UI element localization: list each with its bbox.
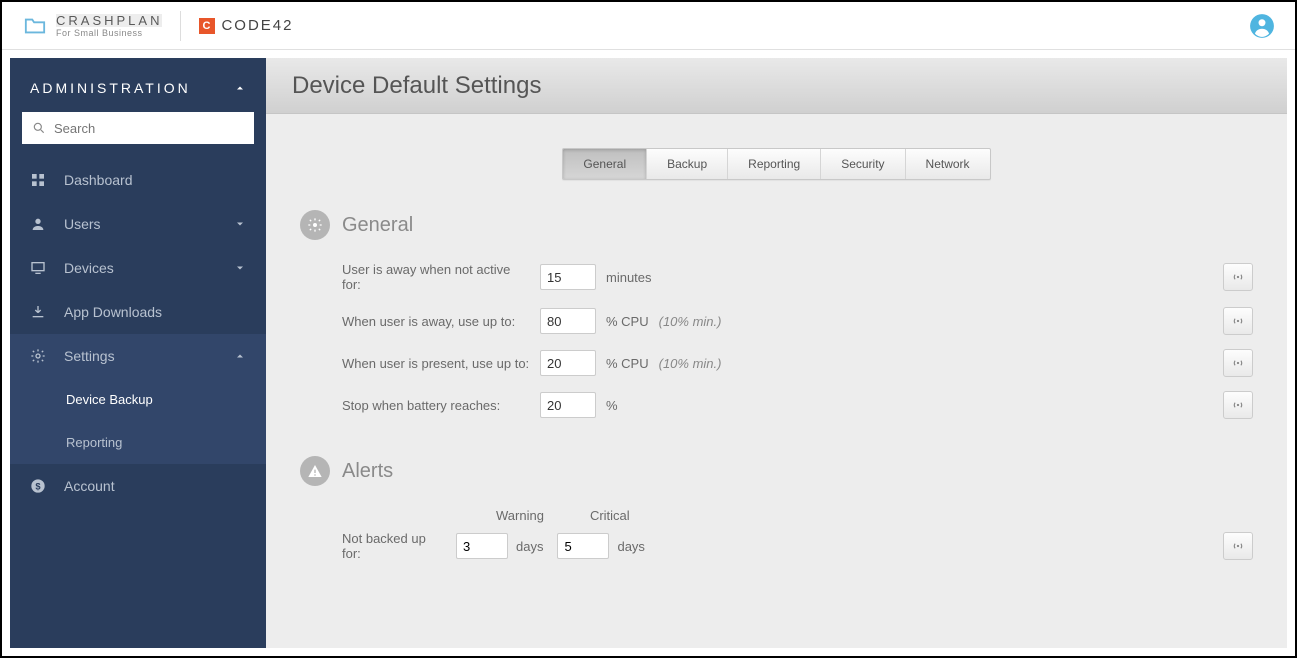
tab-network[interactable]: Network (906, 149, 990, 179)
gear-icon (30, 348, 46, 364)
main-panel: Device Default Settings General Backup R… (266, 58, 1287, 648)
search-input[interactable] (54, 121, 244, 136)
sidebar-title: ADMINISTRATION (30, 80, 191, 96)
sidebar: ADMINISTRATION Dashboard Users (10, 58, 266, 648)
row-cpu-present: When user is present, use up to: % CPU (… (342, 350, 1253, 376)
critical-header: Critical (590, 508, 630, 523)
alert-circle-icon (300, 456, 330, 486)
push-button[interactable] (1223, 307, 1253, 335)
user-account-icon[interactable] (1249, 13, 1275, 39)
search-icon (32, 121, 46, 135)
sidebar-label: Account (64, 478, 115, 494)
row-battery: Stop when battery reaches: % (342, 392, 1253, 418)
cpu-present-input[interactable] (540, 350, 596, 376)
tab-security[interactable]: Security (821, 149, 905, 179)
push-button[interactable] (1223, 532, 1253, 560)
sidebar-label: App Downloads (64, 304, 162, 320)
code42-c-icon: C (199, 18, 215, 34)
monitor-icon (30, 260, 46, 276)
tab-backup[interactable]: Backup (647, 149, 728, 179)
warning-days-input[interactable] (456, 533, 508, 559)
away-suffix: minutes (606, 270, 652, 285)
sidebar-label: Users (64, 216, 101, 232)
sidebar-label: Dashboard (64, 172, 133, 188)
away-minutes-input[interactable] (540, 264, 596, 290)
cpu-away-suffix: % CPU (606, 314, 649, 329)
sidebar-item-account[interactable]: $ Account (10, 464, 266, 508)
tab-reporting[interactable]: Reporting (728, 149, 821, 179)
sidebar-item-users[interactable]: Users (10, 202, 266, 246)
code42-text: CODE42 (221, 17, 293, 34)
cpu-away-hint: (10% min.) (659, 314, 722, 329)
push-button[interactable] (1223, 263, 1253, 291)
cpu-away-input[interactable] (540, 308, 596, 334)
header-divider (180, 11, 181, 41)
crashplan-logo: CRASHPLAN For Small Business (22, 14, 162, 38)
dashboard-icon (30, 172, 46, 188)
svg-text:$: $ (35, 481, 41, 491)
row-user-away: User is away when not active for: minute… (342, 262, 1253, 292)
cpu-present-label: When user is present, use up to: (342, 356, 530, 371)
battery-input[interactable] (540, 392, 596, 418)
sidebar-item-dashboard[interactable]: Dashboard (10, 158, 266, 202)
sidebar-sublabel: Device Backup (66, 392, 153, 407)
sidebar-item-app-downloads[interactable]: App Downloads (10, 290, 266, 334)
tabs-row: General Backup Reporting Security Networ… (266, 114, 1287, 180)
row-cpu-away: When user is away, use up to: % CPU (10%… (342, 308, 1253, 334)
content-area: General User is away when not active for… (266, 180, 1287, 629)
critical-days-input[interactable] (557, 533, 609, 559)
brand-sub: For Small Business (56, 29, 162, 38)
alerts-column-headers: Warning Critical (342, 508, 1253, 523)
sidebar-label: Settings (64, 348, 115, 364)
push-button[interactable] (1223, 391, 1253, 419)
sidebar-item-devices[interactable]: Devices (10, 246, 266, 290)
cpu-away-label: When user is away, use up to: (342, 314, 530, 329)
chevron-up-icon (234, 350, 246, 362)
download-icon (30, 304, 46, 320)
sidebar-subitem-reporting[interactable]: Reporting (10, 421, 266, 464)
dollar-icon: $ (30, 478, 46, 494)
sidebar-header[interactable]: ADMINISTRATION (10, 58, 266, 112)
tab-general[interactable]: General (563, 149, 647, 179)
warning-header: Warning (496, 508, 544, 523)
page-title-bar: Device Default Settings (266, 58, 1287, 114)
general-heading: General (342, 214, 413, 237)
chevron-down-icon (234, 218, 246, 230)
sidebar-settings-submenu: Device Backup Reporting (10, 378, 266, 464)
user-icon (30, 216, 46, 232)
battery-suffix: % (606, 398, 618, 413)
alerts-section: Alerts Warning Critical Not backed up fo… (300, 456, 1253, 561)
chevron-down-icon (234, 262, 246, 274)
sidebar-label: Devices (64, 260, 114, 276)
header-left: CRASHPLAN For Small Business C CODE42 (22, 11, 294, 41)
row-not-backed-up: Not backed up for: days days (342, 531, 1253, 561)
sidebar-subitem-device-backup[interactable]: Device Backup (10, 378, 266, 421)
cpu-present-suffix: % CPU (606, 356, 649, 371)
general-section-head: General (300, 210, 1253, 240)
gear-circle-icon (300, 210, 330, 240)
code42-logo: C CODE42 (199, 17, 293, 34)
folder-icon (22, 15, 48, 37)
sidebar-nav: Dashboard Users Devices App Downloads (10, 158, 266, 508)
alerts-heading: Alerts (342, 460, 393, 483)
warning-suffix: days (516, 539, 543, 554)
page-title: Device Default Settings (292, 72, 541, 100)
app-header: CRASHPLAN For Small Business C CODE42 (2, 2, 1295, 50)
chevron-up-icon (234, 82, 246, 94)
away-label: User is away when not active for: (342, 262, 530, 292)
push-button[interactable] (1223, 349, 1253, 377)
not-backed-label: Not backed up for: (342, 531, 448, 561)
critical-suffix: days (617, 539, 644, 554)
alerts-section-head: Alerts (300, 456, 1253, 486)
cpu-present-hint: (10% min.) (659, 356, 722, 371)
sidebar-search[interactable] (22, 112, 254, 144)
brand-main: CRASHPLAN (56, 14, 162, 27)
settings-tabs: General Backup Reporting Security Networ… (562, 148, 990, 180)
general-section: General User is away when not active for… (300, 210, 1253, 418)
sidebar-item-settings[interactable]: Settings (10, 334, 266, 378)
battery-label: Stop when battery reaches: (342, 398, 530, 413)
sidebar-sublabel: Reporting (66, 435, 122, 450)
